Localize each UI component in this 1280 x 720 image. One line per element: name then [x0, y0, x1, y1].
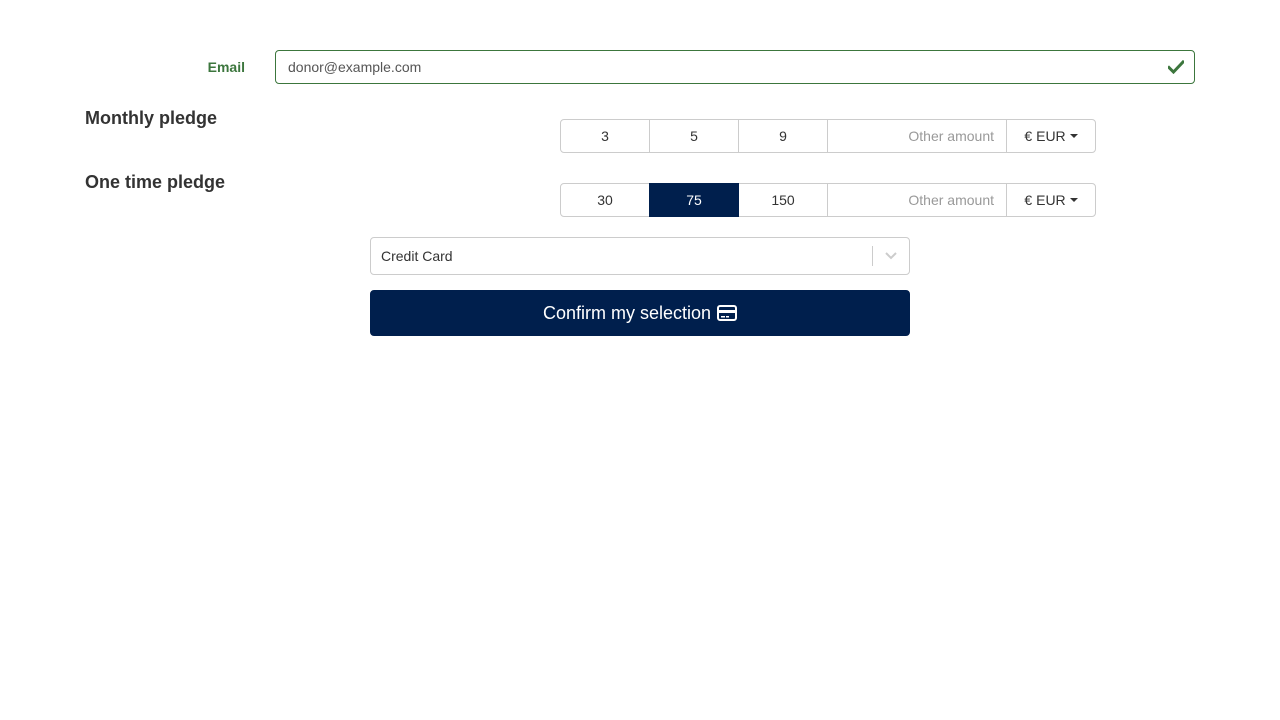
payment-method-select[interactable]: Credit Card	[370, 237, 910, 275]
onetime-amount-group: 30 75 150 € EUR	[560, 183, 1096, 217]
email-field[interactable]	[276, 51, 1194, 83]
monthly-other-amount-input[interactable]	[827, 119, 1007, 153]
check-icon	[1168, 60, 1184, 74]
monthly-currency-dropdown[interactable]: € EUR	[1006, 119, 1096, 153]
confirm-button-label: Confirm my selection	[542, 302, 712, 323]
onetime-amount-button[interactable]: 30	[560, 183, 650, 217]
monthly-amount-group: 3 5 9 € EUR	[560, 119, 1096, 153]
onetime-other-amount-input[interactable]	[827, 183, 1007, 217]
onetime-amount-button-selected[interactable]: 75	[649, 183, 739, 217]
caret-down-icon	[1069, 198, 1078, 202]
monthly-amount-button[interactable]: 5	[649, 119, 739, 153]
confirm-selection-button[interactable]: Confirm my selection	[370, 290, 910, 336]
currency-symbol: €	[1024, 128, 1033, 144]
email-label: Email	[207, 59, 245, 75]
caret-down-icon	[1069, 134, 1078, 138]
onetime-amount-button[interactable]: 150	[738, 183, 828, 217]
onetime-pledge-title: One time pledge	[85, 172, 226, 192]
currency-symbol: €	[1024, 192, 1033, 208]
email-field-wrapper	[275, 50, 1195, 84]
monthly-amount-button[interactable]: 9	[738, 119, 828, 153]
monthly-pledge-title: Monthly pledge	[85, 108, 217, 128]
pledge-form: Email Monthly pledge 3 5 9 € EUR One tim…	[0, 0, 1280, 720]
credit-card-icon	[717, 305, 738, 321]
currency-code: EUR	[1036, 128, 1066, 144]
currency-code: EUR	[1036, 192, 1066, 208]
payment-method-value: Credit Card	[381, 248, 453, 264]
onetime-currency-dropdown[interactable]: € EUR	[1006, 183, 1096, 217]
monthly-amount-button[interactable]: 3	[560, 119, 650, 153]
chevron-down-icon[interactable]	[873, 238, 909, 274]
